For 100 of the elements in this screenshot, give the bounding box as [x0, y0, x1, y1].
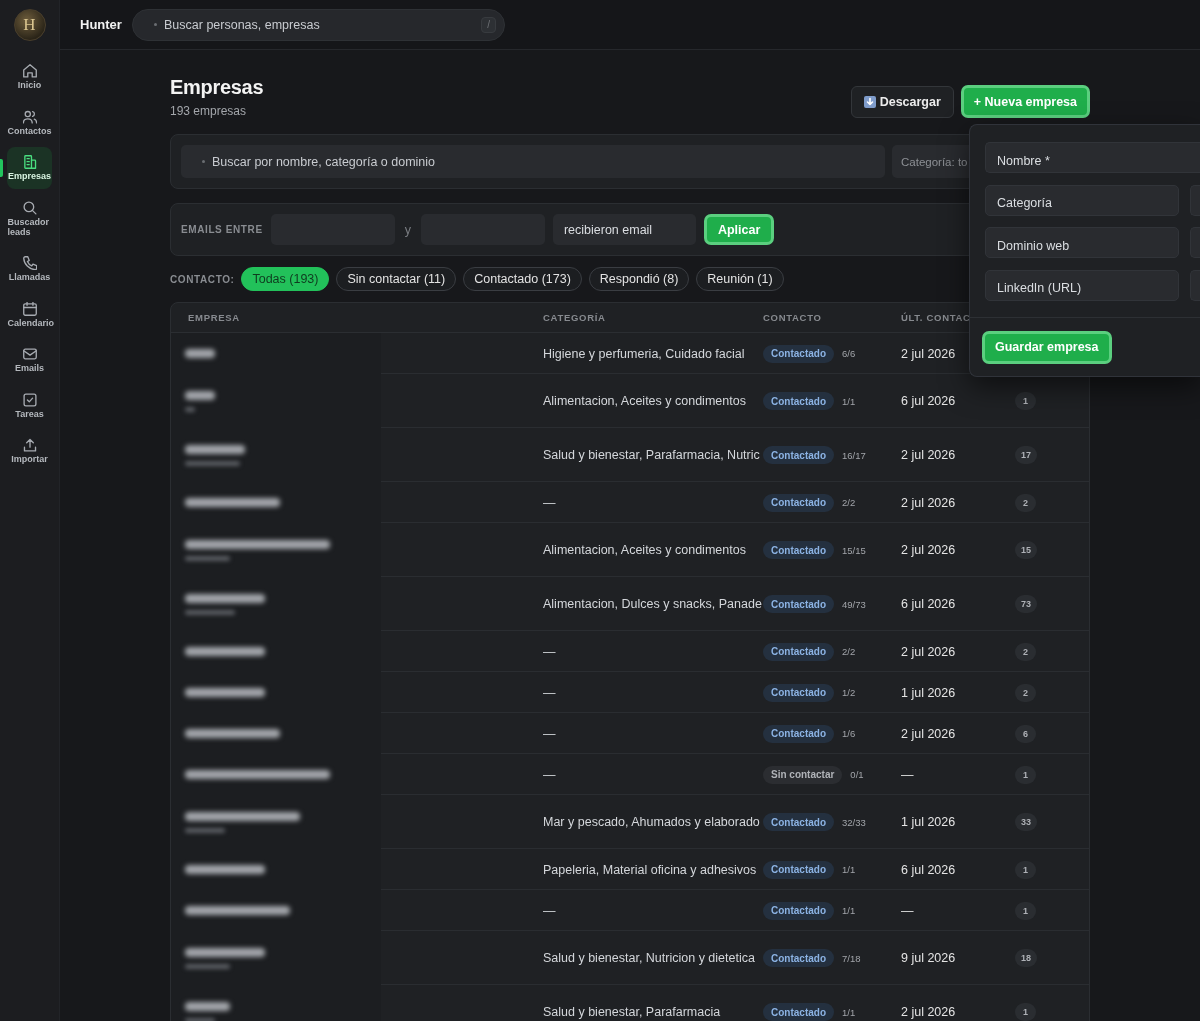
- nav-item[interactable]: Calendario: [7, 293, 52, 336]
- nav-item[interactable]: Empresas: [7, 147, 52, 189]
- phone-icon: [22, 256, 37, 270]
- last-contact-date: 2 jul 2026: [901, 543, 956, 557]
- status-badge: Contactado: [763, 901, 834, 920]
- category-cell: Salud y bienestar, Nutricion y dietetica: [543, 951, 755, 965]
- blurred-name: [185, 1001, 230, 1011]
- last-contact-date: 1 jul 2026: [901, 685, 956, 700]
- count-badge: 1: [1015, 765, 1036, 784]
- dot-icon: [154, 23, 157, 26]
- input-field[interactable]: Categoría: [985, 184, 1179, 216]
- status-badge: Contactado: [763, 446, 834, 464]
- filter-chip[interactable]: Reunión (1): [696, 267, 784, 291]
- count-badge: 2: [1015, 683, 1036, 702]
- status-badge: Contactado: [763, 724, 834, 743]
- input-field[interactable]: Nombre *: [985, 142, 1200, 173]
- status-badge: Contactado: [763, 541, 834, 559]
- status-badge: Contactado: [763, 1003, 834, 1021]
- filter-label: CONTACTO:: [170, 273, 235, 285]
- category-cell: —: [543, 767, 556, 782]
- blurred-subtitle: [185, 963, 230, 969]
- search-icon: [22, 200, 37, 215]
- filter-chip[interactable]: Contactado (173): [463, 267, 582, 291]
- input-field[interactable]: LinkedIn (URL): [985, 269, 1179, 301]
- nav-item[interactable]: Buscador leads: [7, 192, 52, 245]
- category-cell: Alimentacion, Dulces y snacks, Panade: [543, 597, 762, 611]
- page-title: Empresas: [170, 75, 264, 99]
- count-badge: 18: [1015, 949, 1037, 967]
- contact-ratio: 2/2: [842, 497, 856, 508]
- range-separator: y: [403, 222, 412, 237]
- category-cell: Alimentacion, Aceites y condimentos: [543, 543, 746, 557]
- filter-chip[interactable]: Respondió (8): [588, 267, 690, 291]
- column-header: CATEGORÍA: [543, 312, 606, 323]
- count-badge: 33: [1015, 813, 1037, 831]
- contact-ratio: 32/33: [842, 816, 866, 828]
- category-cell: —: [543, 495, 556, 510]
- last-contact-date: 2 jul 2026: [901, 448, 956, 462]
- last-contact-date: 2 jul 2026: [901, 644, 956, 659]
- last-contact-date: 2 jul 2026: [901, 346, 956, 361]
- category-cell: Mar y pescado, Ahumados y elaborado: [543, 815, 760, 829]
- last-contact-date: 6 jul 2026: [901, 394, 956, 408]
- category-cell: Alimentacion, Aceites y condimentos: [543, 394, 746, 408]
- contact-ratio: 1/1: [842, 1006, 856, 1018]
- count-badge: 2: [1015, 493, 1036, 512]
- status-badge: Contactado: [763, 813, 834, 831]
- nav-item[interactable]: Importar: [7, 430, 52, 472]
- blurred-subtitle: [185, 1017, 215, 1021]
- nav-item[interactable]: Emails: [7, 339, 52, 381]
- status-badge: Contactado: [763, 344, 834, 363]
- category-cell: —: [543, 644, 556, 659]
- download-button[interactable]: Descargar: [850, 85, 954, 118]
- status-badge: Contactado: [763, 860, 834, 879]
- contact-ratio: 7/18: [842, 952, 861, 964]
- blurred-name: [185, 390, 215, 400]
- blurred-subtitle: [185, 406, 195, 412]
- page-subtitle: 193 empresas: [170, 104, 248, 118]
- input-field[interactable]: Dominio web: [985, 227, 1179, 258]
- email-mode-select[interactable]: recibieron email: [552, 214, 696, 245]
- nav-item[interactable]: Llamadas: [7, 248, 52, 290]
- building-icon: [22, 155, 37, 169]
- contact-ratio: 1/2: [842, 687, 856, 698]
- status-badge: Contactado: [763, 683, 834, 702]
- count-badge: 73: [1015, 595, 1037, 613]
- contact-ratio: 15/15: [842, 544, 866, 556]
- contact-ratio: 16/17: [842, 449, 866, 461]
- blurred-name: [185, 349, 215, 358]
- active-indicator: [0, 159, 3, 177]
- nav-item[interactable]: Tareas: [7, 384, 52, 427]
- last-contact-date: 6 jul 2026: [901, 597, 956, 611]
- last-contact-date: 2 jul 2026: [901, 495, 956, 510]
- home-icon: [22, 64, 37, 78]
- app-logo: H: [13, 9, 46, 41]
- contact-ratio: 1/6: [842, 728, 856, 739]
- search-field[interactable]: Buscar por nombre, categoría o dominio: [181, 145, 885, 178]
- contact-ratio: 2/2: [842, 646, 856, 657]
- column-header: ÚLT. CONTAC: [901, 312, 971, 323]
- calendar-icon: [22, 301, 37, 316]
- count-badge: 1: [1015, 901, 1036, 920]
- last-contact-date: 6 jul 2026: [901, 862, 956, 877]
- filter-label: EMAILS ENTRE: [181, 224, 263, 235]
- blurred-subtitle: [185, 555, 230, 561]
- last-contact-date: —: [901, 767, 914, 782]
- category-cell: Higiene y perfumeria, Cuidado facial: [543, 346, 745, 361]
- blurred-subtitle: [185, 460, 240, 466]
- last-contact-date: 1 jul 2026: [901, 815, 956, 829]
- filter-chip[interactable]: Sin contactar (11): [336, 267, 457, 291]
- count-badge: 1: [1015, 392, 1036, 410]
- count-badge: 6: [1015, 724, 1036, 743]
- users-icon: [22, 109, 37, 124]
- category-cell: —: [543, 685, 556, 700]
- status-badge: Contactado: [763, 392, 834, 410]
- status-badge: Contactado: [763, 949, 834, 967]
- last-contact-date: —: [901, 903, 914, 918]
- contact-ratio: 6/6: [842, 348, 856, 359]
- count-badge: 1: [1015, 1003, 1036, 1021]
- mail-icon: [22, 347, 37, 361]
- nav-item[interactable]: Contactos: [7, 101, 52, 144]
- nav-item[interactable]: Inicio: [7, 56, 52, 98]
- contact-ratio: 1/1: [842, 395, 856, 407]
- filter-chip[interactable]: Todas (193): [241, 267, 330, 291]
